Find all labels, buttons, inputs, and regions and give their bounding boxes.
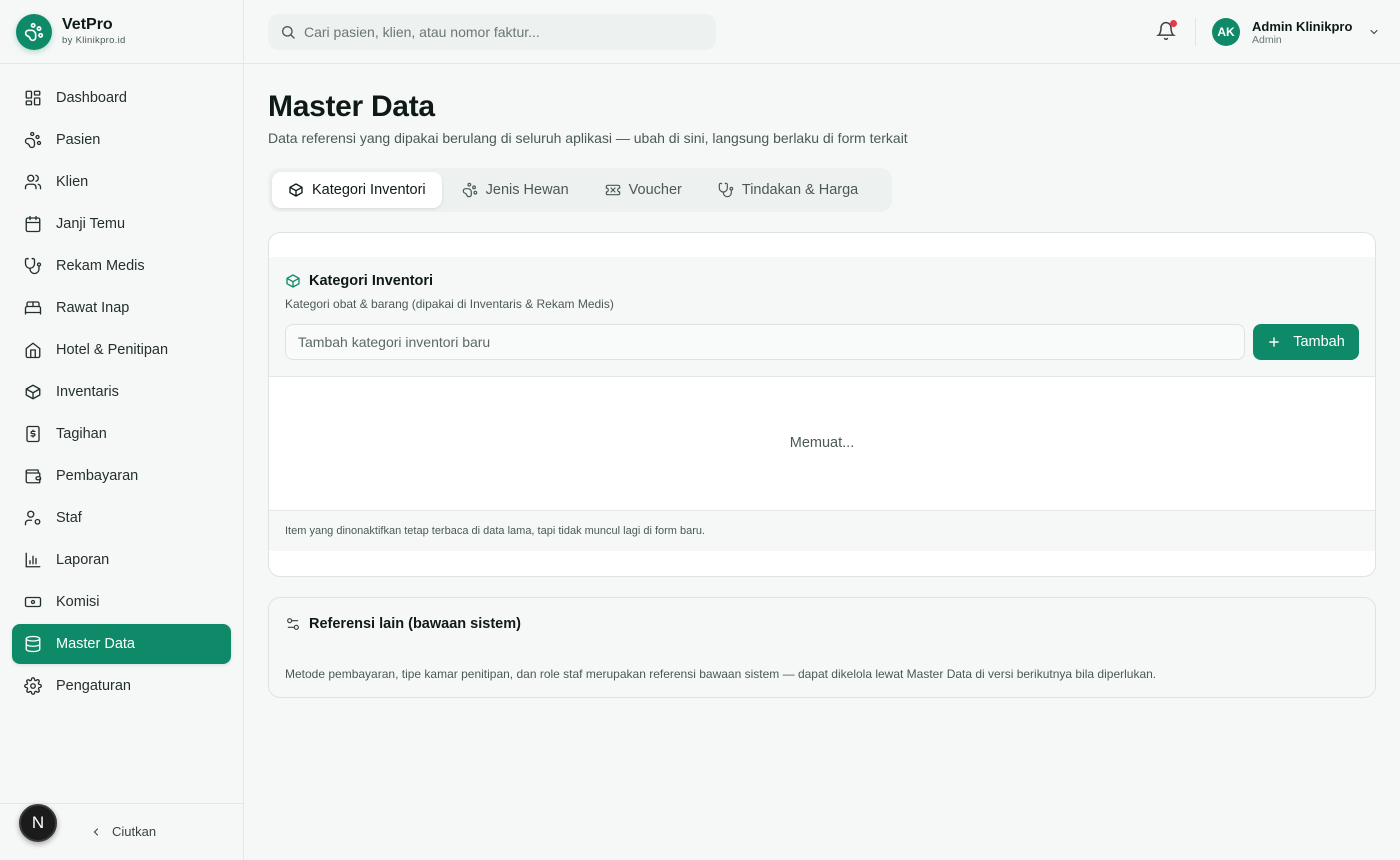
search-input[interactable] — [304, 24, 704, 40]
sidebar-item-laporan[interactable]: Laporan — [12, 540, 231, 580]
ticket-icon — [605, 182, 621, 198]
calendar-icon — [24, 215, 42, 233]
sidebar-item-klien[interactable]: Klien — [12, 162, 231, 202]
sidebar: VetPro by Klinikpro.id Dashboard Pasien … — [0, 0, 244, 860]
page-title: Master Data — [268, 90, 435, 123]
sidebar-item-label: Staf — [56, 510, 82, 526]
dev-tools-badge[interactable]: N — [19, 804, 57, 842]
card-header: Kategori Inventori Kategori obat & baran… — [269, 257, 1375, 377]
gear-icon — [24, 677, 42, 695]
sliders-icon — [285, 616, 301, 632]
sidebar-item-tagihan[interactable]: Tagihan — [12, 414, 231, 454]
sidebar-item-label: Komisi — [56, 594, 100, 610]
page-subtitle: Data referensi yang dipakai berulang di … — [268, 130, 908, 146]
receipt-icon — [24, 425, 42, 443]
user-name: Admin Klinikpro — [1252, 18, 1353, 34]
stethoscope-icon — [24, 257, 42, 275]
tab-voucher[interactable]: Voucher — [589, 172, 698, 208]
stethoscope-icon — [718, 182, 734, 198]
sidebar-item-label: Rekam Medis — [56, 258, 145, 274]
tab-label: Jenis Hewan — [485, 182, 569, 198]
sidebar-item-rawat-inap[interactable]: Rawat Inap — [12, 288, 231, 328]
brand[interactable]: VetPro by Klinikpro.id — [0, 0, 243, 64]
sidebar-item-dashboard[interactable]: Dashboard — [12, 78, 231, 118]
card-description: Kategori obat & barang (dipakai di Inven… — [285, 297, 614, 311]
dashboard-icon — [24, 89, 42, 107]
master-data-tabs: Kategori Inventori Jenis Hewan Voucher T… — [268, 168, 892, 212]
user-role: Admin — [1252, 33, 1282, 46]
header-divider — [1195, 18, 1196, 46]
user-cog-icon — [24, 509, 42, 527]
loading-text: Memuat... — [789, 435, 855, 451]
sidebar-item-inventaris[interactable]: Inventaris — [12, 372, 231, 412]
bed-icon — [24, 299, 42, 317]
plus-icon — [1267, 335, 1281, 349]
paw-icon — [24, 131, 42, 149]
box-icon — [24, 383, 42, 401]
card-title: Kategori Inventori — [309, 273, 434, 289]
box-icon — [288, 182, 304, 198]
sidebar-item-label: Pengaturan — [56, 678, 131, 694]
kategori-inventori-card: Kategori Inventori Kategori obat & baran… — [268, 232, 1376, 577]
tab-kategori-inventori[interactable]: Kategori Inventori — [272, 172, 442, 208]
notification-dot — [1170, 20, 1177, 27]
tab-label: Voucher — [628, 182, 682, 198]
sidebar-item-label: Dashboard — [56, 90, 127, 106]
card-description: Metode pembayaran, tipe kamar penitipan,… — [285, 667, 1157, 681]
collapse-sidebar-button[interactable]: Ciutkan — [90, 824, 156, 839]
brand-subtitle: by Klinikpro.id — [62, 35, 126, 46]
reference-card: Referensi lain (bawaan sistem) Metode pe… — [268, 597, 1376, 698]
search-box[interactable] — [268, 14, 716, 50]
users-icon — [24, 173, 42, 191]
sidebar-item-pengaturan[interactable]: Pengaturan — [12, 666, 231, 706]
chevron-down-icon — [1368, 26, 1380, 38]
paw-logo-icon — [16, 13, 52, 50]
bar-chart-icon — [24, 551, 42, 569]
sidebar-item-label: Inventaris — [56, 384, 119, 400]
sidebar-item-label: Laporan — [56, 552, 110, 568]
add-category-button[interactable]: Tambah — [1253, 324, 1359, 360]
sidebar-item-master-data[interactable]: Master Data — [12, 624, 231, 664]
user-menu[interactable]: AK Admin Klinikpro Admin — [1212, 18, 1380, 46]
footer-note: Item yang dinonaktifkan tetap terbaca di… — [285, 525, 706, 537]
sidebar-footer: N Ciutkan — [0, 803, 243, 860]
sidebar-item-label: Pasien — [56, 132, 101, 148]
tab-label: Tindakan & Harga — [741, 182, 859, 198]
banknote-icon — [24, 593, 42, 611]
sidebar-nav: Dashboard Pasien Klien Janji Temu Rekam … — [0, 64, 243, 706]
sidebar-item-pembayaran[interactable]: Pembayaran — [12, 456, 231, 496]
avatar: AK — [1212, 18, 1240, 46]
sidebar-item-label: Pembayaran — [56, 468, 139, 484]
sidebar-item-komisi[interactable]: Komisi — [12, 582, 231, 622]
card-title: Referensi lain (bawaan sistem) — [309, 616, 521, 632]
chevron-left-icon — [90, 826, 102, 838]
tab-tindakan-harga[interactable]: Tindakan & Harga — [702, 172, 874, 208]
sidebar-item-janji-temu[interactable]: Janji Temu — [12, 204, 231, 244]
top-bar: AK Admin Klinikpro Admin — [244, 0, 1400, 64]
notification-button[interactable] — [1156, 20, 1178, 43]
home-icon — [24, 341, 42, 359]
add-button-label: Tambah — [1293, 334, 1345, 350]
sidebar-item-label: Rawat Inap — [56, 300, 130, 316]
brand-name: VetPro — [62, 16, 113, 33]
sidebar-item-label: Janji Temu — [56, 216, 126, 232]
tab-label: Kategori Inventori — [312, 182, 426, 198]
wallet-icon — [24, 467, 42, 485]
sidebar-item-label: Tagihan — [56, 426, 107, 442]
database-icon — [24, 635, 42, 653]
sidebar-item-label: Master Data — [56, 636, 135, 652]
search-icon — [280, 24, 296, 40]
sidebar-item-label: Klien — [56, 174, 89, 190]
sidebar-item-pasien[interactable]: Pasien — [12, 120, 231, 160]
sidebar-item-staf[interactable]: Staf — [12, 498, 231, 538]
tab-jenis-hewan[interactable]: Jenis Hewan — [446, 172, 585, 208]
sidebar-item-hotel-penitipan[interactable]: Hotel & Penitipan — [12, 330, 231, 370]
sidebar-item-rekam-medis[interactable]: Rekam Medis — [12, 246, 231, 286]
new-category-input[interactable] — [285, 324, 1245, 360]
collapse-label: Ciutkan — [112, 824, 157, 839]
sidebar-item-label: Hotel & Penitipan — [56, 342, 169, 358]
card-footer: Item yang dinonaktifkan tetap terbaca di… — [269, 510, 1375, 551]
paw-icon — [462, 182, 478, 198]
box-icon — [285, 273, 301, 289]
